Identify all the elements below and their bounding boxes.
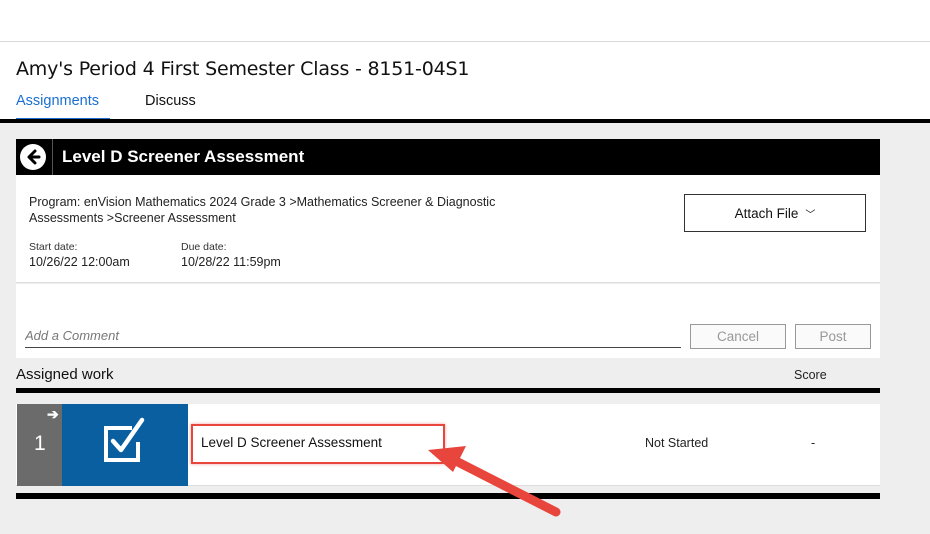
header-divider (52, 139, 53, 175)
post-button[interactable]: Post (795, 324, 871, 349)
bottom-divider (16, 493, 880, 499)
assignment-title: Level D Screener Assessment (62, 147, 305, 166)
attach-file-button[interactable]: Attach File ﹀ (684, 194, 866, 232)
comment-panel: Cancel Post (16, 284, 880, 358)
row-number-tile: ➔ 1 (17, 404, 62, 486)
top-strip (0, 0, 930, 42)
assigned-work-heading: Assigned work (16, 366, 114, 383)
attach-file-label: Attach File (734, 205, 799, 221)
chevron-down-icon: ﹀ (805, 209, 816, 221)
table-row[interactable]: ➔ 1 Level D Screener Assessment Not Star… (16, 404, 880, 486)
arrow-right-icon: ➔ (47, 406, 59, 422)
start-date-value: 10/26/22 12:00am (29, 255, 130, 269)
status-text: Not Started (645, 436, 709, 450)
assessment-link[interactable]: Level D Screener Assessment (201, 435, 382, 450)
assigned-work-divider (16, 388, 880, 393)
class-title: Amy's Period 4 First Semester Class - 81… (16, 58, 470, 80)
back-arrow-icon (27, 149, 41, 165)
assignment-info-panel: Program: enVision Mathematics 2024 Grade… (16, 175, 880, 283)
score-value: - (811, 436, 816, 450)
assessment-tile[interactable] (62, 404, 188, 486)
due-date-label: Due date: (181, 241, 227, 253)
checkbox-checked-icon (104, 417, 145, 462)
row-number: 1 (34, 432, 46, 455)
tab-assignments[interactable]: Assignments (16, 93, 99, 109)
back-button[interactable] (20, 144, 46, 170)
due-date-value: 10/28/22 11:59pm (181, 255, 281, 269)
start-date-label: Start date: (29, 241, 78, 253)
tab-discuss[interactable]: Discuss (145, 93, 196, 109)
assignment-header: Level D Screener Assessment (16, 139, 880, 175)
score-column-header: Score (794, 368, 827, 382)
cancel-button[interactable]: Cancel (690, 324, 786, 349)
program-path: Program: enVision Mathematics 2024 Grade… (29, 195, 496, 225)
comment-input[interactable] (25, 324, 681, 348)
